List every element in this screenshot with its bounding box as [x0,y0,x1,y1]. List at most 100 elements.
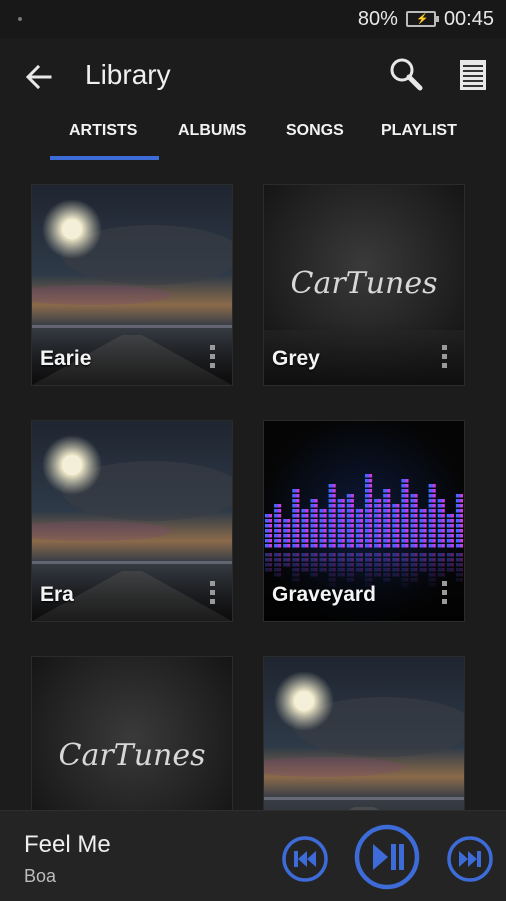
equalizer-segment [455,553,463,557]
equalizer-segment [337,553,345,557]
album-art-car-tunes: CarTunes [32,657,232,810]
artist-card[interactable] [263,656,465,810]
battery-icon: ⚡ [405,11,439,27]
equalizer-segment [283,534,291,538]
equalizer-segment [365,529,373,533]
equalizer-segment [392,544,400,548]
equalizer-segment [455,514,463,518]
now-playing-artist: Boa [24,866,57,886]
tab-songs[interactable]: SONGS [286,122,344,140]
equalizer-segment [328,484,336,488]
equalizer-segment [392,534,400,538]
equalizer-segment [410,494,418,498]
car-tunes-logo: CarTunes [291,266,438,301]
equalizer-segment [455,494,463,498]
tab-albums[interactable]: ALBUMS [178,122,246,140]
back-button[interactable] [22,60,56,94]
equalizer-segment [365,504,373,508]
status-right: 80% ⚡ 00:45 [358,7,494,31]
equalizer-segment [328,514,336,518]
equalizer-segment [365,539,373,543]
more-options-button[interactable] [206,345,218,373]
equalizer-segment [292,514,300,518]
equalizer-segment [410,544,418,548]
equalizer-segment [365,474,373,478]
equalizer-segment [292,553,300,557]
equalizer-segment [319,519,327,523]
equalizer-segment [319,514,327,518]
equalizer-segment [428,534,436,538]
equalizer-segment [383,514,391,518]
equalizer-segment [328,494,336,498]
equalizer-segment [355,509,363,513]
equalizer-segment [410,534,418,538]
skip-next-icon [447,836,493,882]
list-view-button[interactable] [457,56,489,94]
play-pause-icon [354,824,420,890]
equalizer-segment [292,534,300,538]
next-button[interactable] [446,835,494,883]
equalizer-segment [355,544,363,548]
equalizer-segment [274,519,282,523]
equalizer-segment [410,529,418,533]
equalizer-segment [274,524,282,528]
equalizer-segment [455,509,463,513]
equalizer-segment [401,529,409,533]
equalizer-segment [410,524,418,528]
equalizer-segment [337,534,345,538]
equalizer-segment [383,494,391,498]
equalizer-segment [455,544,463,548]
equalizer-segment [292,544,300,548]
equalizer-segment [355,524,363,528]
equalizer-segment [428,484,436,488]
equalizer-segment [292,529,300,533]
equalizer-segment [455,504,463,508]
more-options-button[interactable] [206,581,218,609]
play-pause-button[interactable] [353,823,421,891]
equalizer-segment [265,529,273,533]
previous-button[interactable] [281,835,329,883]
equalizer-segment [310,544,318,548]
tab-playlist[interactable]: PLAYLIST [381,122,457,140]
search-button[interactable] [387,56,425,94]
equalizer-segment [428,519,436,523]
equalizer-segment [346,539,354,543]
equalizer-segment [383,499,391,503]
equalizer-segment [401,489,409,493]
equalizer-segment [301,514,309,518]
equalizer-segment [301,524,309,528]
artist-card[interactable]: CarTunes Grey [263,184,465,386]
equalizer-segment [337,544,345,548]
equalizer-segment [374,529,382,533]
equalizer-segment [365,489,373,493]
equalizer-segment [365,514,373,518]
tab-bar: ARTISTS ALBUMS SONGS PLAYLIST [0,114,506,162]
artist-card[interactable]: CarTunes [31,656,233,810]
equalizer-segment [392,539,400,543]
equalizer-segment [265,539,273,543]
equalizer-segment [265,534,273,538]
equalizer-segment [401,544,409,548]
equalizer-segment [292,489,300,493]
equalizer-segment [328,529,336,533]
equalizer-segment [401,539,409,543]
now-playing-bar[interactable]: Feel Me Boa [0,810,506,901]
equalizer-segment [446,529,454,533]
tab-artists[interactable]: ARTISTS [69,122,137,140]
equalizer-segment [337,509,345,513]
equalizer-segment [428,553,436,557]
artist-card[interactable]: Era [31,420,233,622]
equalizer-segment [419,544,427,548]
more-options-button[interactable] [438,581,450,609]
equalizer-segment [428,539,436,543]
artist-card[interactable]: Graveyard [263,420,465,622]
equalizer-segment [365,519,373,523]
more-options-button[interactable] [438,345,450,373]
equalizer-segment [383,534,391,538]
equalizer-segment [337,539,345,543]
equalizer-segment [355,514,363,518]
equalizer-segment [374,553,382,557]
equalizer-segment [365,553,373,557]
artist-card[interactable]: Earie [31,184,233,386]
page-title: Library [85,59,171,90]
